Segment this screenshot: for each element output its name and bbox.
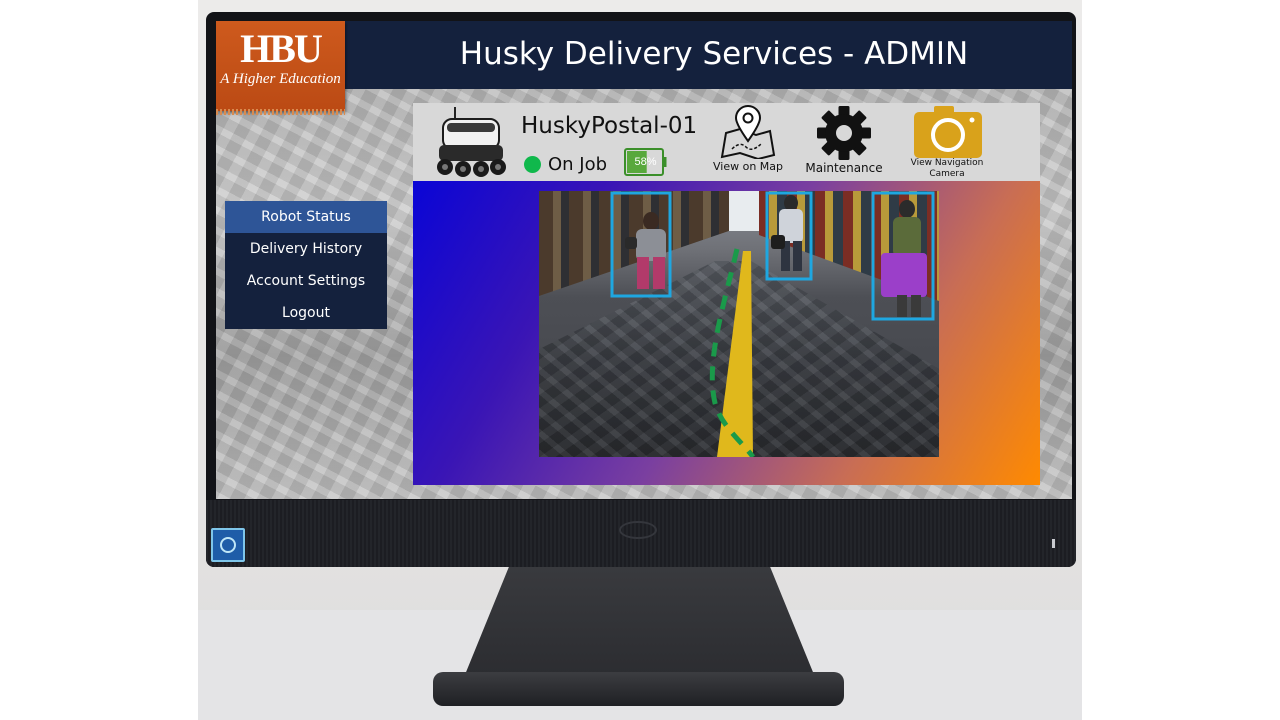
logo-mark: HBU	[240, 26, 323, 71]
status-indicator-icon	[524, 156, 541, 173]
view-on-map-button[interactable]: View on Map	[703, 103, 793, 181]
pedestrian-left	[625, 212, 666, 289]
logo-fringe	[216, 109, 345, 115]
robot-name: HuskyPostal-01	[521, 113, 698, 139]
robot-status-text: On Job	[548, 154, 608, 175]
monitor-stand	[462, 560, 817, 682]
gear-icon	[817, 106, 871, 160]
logo-tagline: A Higher Education	[220, 71, 341, 87]
delivery-robot-icon	[437, 107, 506, 177]
navigation-camera-feed	[539, 191, 939, 457]
maintenance-label: Maintenance	[805, 161, 883, 175]
sidebar-item-delivery-history[interactable]: Delivery History	[225, 233, 387, 265]
pedestrian-middle	[771, 195, 803, 271]
dell-logo-icon	[619, 521, 657, 539]
intel-sticker-icon	[211, 528, 245, 562]
pedestrian-right	[881, 200, 927, 317]
camera-icon	[914, 106, 982, 158]
sidebar-menu: Robot Status Delivery History Account Se…	[225, 201, 387, 329]
center-road-line	[717, 251, 753, 457]
sidebar-item-robot-status[interactable]: Robot Status	[225, 201, 387, 233]
view-navigation-camera-button[interactable]: View Navigation Camera	[897, 103, 997, 181]
camera-view-panel	[413, 181, 1040, 485]
hbu-logo: HBU A Higher Education	[216, 21, 345, 115]
detection-overlay	[610, 191, 935, 457]
monitor-stand-base	[433, 672, 844, 706]
app-screen: Husky Delivery Services - ADMIN HBU A Hi…	[216, 21, 1072, 499]
battery-level-text: 58%	[634, 156, 657, 168]
view-on-map-label: View on Map	[712, 160, 783, 173]
page-title: Husky Delivery Services - ADMIN	[459, 36, 969, 72]
sidebar-item-account-settings[interactable]: Account Settings	[225, 265, 387, 297]
robot-status-panel: HuskyPostal-01 On Job 58% View on Map Ma…	[413, 103, 1040, 181]
sidebar-item-logout[interactable]: Logout	[225, 297, 387, 329]
view-navigation-camera-label: View Navigation Camera	[910, 158, 984, 179]
power-led-icon	[1052, 539, 1055, 548]
maintenance-button[interactable]: Maintenance	[797, 103, 891, 181]
map-pin-icon	[720, 105, 776, 159]
